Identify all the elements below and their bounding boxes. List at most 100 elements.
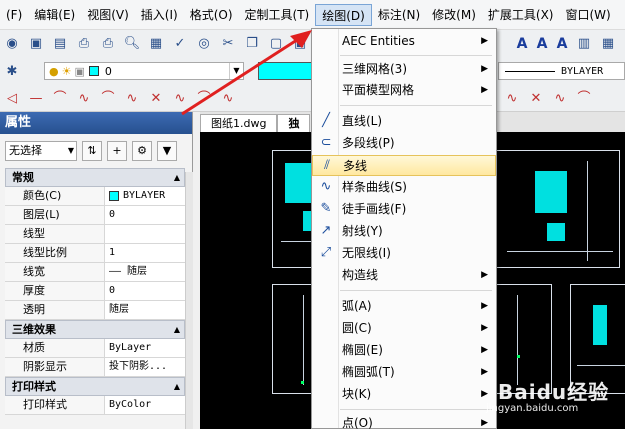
shape-icon-6[interactable]: ∿ — [123, 90, 141, 108]
selection-combo[interactable]: 无选择 ▼ — [5, 141, 77, 161]
property-row[interactable]: 图层(L) 0 — [5, 206, 185, 225]
paste-icon[interactable]: ▢ — [267, 35, 285, 53]
menu-format[interactable]: 格式(O) — [184, 4, 239, 26]
property-value: 0 — [109, 285, 116, 296]
category-3d-effects[interactable]: 三维效果 ▲ — [5, 320, 185, 339]
shape-icon-8[interactable]: ∿ — [171, 90, 189, 108]
submenu-arrow-icon: ▶ — [481, 85, 488, 95]
shape-icon-14[interactable]: ✕ — [527, 90, 545, 108]
tab-drawing1[interactable]: 图纸1.dwg — [200, 114, 278, 132]
dim-style-icon[interactable]: ▥ — [575, 35, 593, 53]
save-icon[interactable]: ▣ — [27, 35, 45, 53]
collapse-icon[interactable]: ▲ — [174, 169, 180, 186]
select-objects-icon[interactable]: + — [107, 141, 127, 161]
lightbulb-icon: ● — [49, 64, 59, 78]
menu-item-polyline[interactable]: ⊂ 多段线(P) — [312, 133, 496, 154]
menu-view[interactable]: 视图(V) — [81, 4, 135, 26]
find-icon[interactable]: ◎ — [195, 35, 213, 53]
shape-icon-16[interactable]: ⌒ — [575, 90, 593, 108]
shape-icon-15[interactable]: ∿ — [551, 90, 569, 108]
submenu-arrow-icon: ▶ — [481, 36, 488, 46]
menu-item-line[interactable]: ╱ 直线(L) — [312, 111, 496, 132]
property-row[interactable]: 厚度 0 — [5, 282, 185, 301]
menu-item-block[interactable]: 块(K) ▶ — [312, 384, 496, 405]
drawing-block — [593, 305, 607, 345]
category-general[interactable]: 常规 ▲ — [5, 168, 185, 187]
shape-icon-4[interactable]: ∿ — [75, 90, 93, 108]
shape-icon-7[interactable]: ✕ — [147, 90, 165, 108]
layer-manager-icon[interactable]: ✱ — [3, 63, 21, 81]
filter-icon[interactable]: ▼ — [157, 141, 177, 161]
menu-item-aec-entities[interactable]: AEC Entities ▶ — [312, 31, 496, 52]
chevron-down-icon[interactable]: ▼ — [229, 63, 243, 79]
cut-icon[interactable]: ✂ — [219, 35, 237, 53]
property-row[interactable]: 线型 — [5, 225, 185, 244]
menu-item-ellipse[interactable]: 椭圆(E) ▶ — [312, 340, 496, 361]
text-edit-icon[interactable]: A — [552, 36, 572, 52]
menu-window[interactable]: 窗口(W) — [559, 4, 616, 26]
shape-icon-5[interactable]: ⌒ — [99, 90, 117, 108]
tab-second[interactable]: 独 — [277, 114, 311, 132]
property-row[interactable]: 颜色(C) BYLAYER — [5, 187, 185, 206]
menu-item-freehand[interactable]: ✎ 徒手画线(F) — [312, 199, 496, 220]
print-icon[interactable]: ⎙ — [75, 35, 93, 53]
property-row[interactable]: 阴影显示 投下阴影... — [5, 358, 185, 377]
menu-item-arc[interactable]: 弧(A) ▶ — [312, 296, 496, 317]
property-row[interactable]: 透明 随层 — [5, 301, 185, 320]
property-row[interactable]: 打印样式 ByColor — [5, 396, 185, 415]
layer-combo[interactable]: ● ☀ ▣ 0 ▼ — [44, 62, 244, 80]
menu-file[interactable]: (F) — [0, 4, 28, 26]
property-grid: 常规 ▲ 颜色(C) BYLAYER 图层(L) 0 线型 线型比例 1 线宽 … — [5, 168, 185, 415]
menu-item-spline[interactable]: ∿ 样条曲线(S) — [312, 177, 496, 198]
property-row[interactable]: 线型比例 1 — [5, 244, 185, 263]
match-icon[interactable]: ▣ — [291, 35, 309, 53]
menu-insert[interactable]: 插入(I) — [135, 4, 184, 26]
menu-item-construction-line[interactable]: 构造线 ▶ — [312, 265, 496, 286]
menu-edit[interactable]: 编辑(E) — [28, 4, 81, 26]
property-row[interactable]: 线宽 —— 随层 — [5, 263, 185, 282]
category-plot-style[interactable]: 打印样式 ▲ — [5, 377, 185, 396]
shape-icon-9[interactable]: ⌒ — [195, 90, 213, 108]
preview-icon[interactable]: 🔍︎ — [123, 35, 141, 53]
property-row[interactable]: 材质 ByLayer — [5, 339, 185, 358]
menu-item-ray[interactable]: ↗ 射线(Y) — [312, 221, 496, 242]
menu-custom-tools[interactable]: 定制工具(T) — [239, 4, 316, 26]
submenu-arrow-icon: ▶ — [481, 345, 488, 355]
properties-scrollbar[interactable] — [185, 172, 193, 429]
shape-icon-2[interactable]: — — [27, 90, 45, 108]
menu-item-3d-mesh[interactable]: 三维网格(3) ▶ — [312, 59, 496, 80]
text-style-icon[interactable]: A — [512, 36, 532, 52]
plot-icon[interactable]: ⎙ — [99, 35, 117, 53]
menu-item-planar-mesh[interactable]: 平面模型网格 ▶ — [312, 80, 496, 101]
copy-icon[interactable]: ❐ — [243, 35, 261, 53]
color-combo[interactable] — [258, 62, 316, 80]
save-as-icon[interactable]: ▤ — [51, 35, 69, 53]
menu-item-circle[interactable]: 圆(C) ▶ — [312, 318, 496, 339]
menu-item-point[interactable]: 点(O) ▶ — [312, 413, 496, 429]
properties-panel: 属性 无选择 ▼ ⇅ + ⚙ ▼ 常规 ▲ 颜色(C) BYLAYER 图层(L… — [0, 112, 193, 429]
menu-modify[interactable]: 修改(M) — [426, 4, 482, 26]
menu-item-multiline[interactable]: ⫽ 多线 — [312, 155, 496, 176]
shape-icon-13[interactable]: ∿ — [503, 90, 521, 108]
menu-extension-tools[interactable]: 扩展工具(X) — [482, 4, 560, 26]
publish-icon[interactable]: ▦ — [147, 35, 165, 53]
menu-draw[interactable]: 绘图(D) — [315, 3, 372, 26]
shape-icon-10[interactable]: ∿ — [219, 90, 237, 108]
shape-icon-3[interactable]: ⌒ — [51, 90, 69, 108]
shape-icon-1[interactable]: ◁ — [3, 90, 21, 108]
collapse-icon[interactable]: ▲ — [174, 321, 180, 338]
table-style-icon[interactable]: ▦ — [599, 35, 617, 53]
spellcheck-icon[interactable]: ✓ — [171, 35, 189, 53]
toggle-pickadd-icon[interactable]: ⇅ — [82, 141, 102, 161]
app-icon[interactable]: ◉ — [3, 35, 21, 53]
linetype-combo[interactable]: BYLAYER — [498, 62, 625, 80]
text-icon[interactable]: A — [532, 36, 552, 52]
menu-separator — [340, 105, 492, 106]
menu-dimension[interactable]: 标注(N) — [372, 4, 426, 26]
quick-select-icon[interactable]: ⚙ — [132, 141, 152, 161]
property-key: 线宽 — [5, 263, 105, 281]
property-key: 透明 — [5, 301, 105, 319]
menu-item-xline[interactable]: ⤢ 无限线(I) — [312, 243, 496, 264]
collapse-icon[interactable]: ▲ — [174, 378, 180, 395]
menu-item-elliptical-arc[interactable]: 椭圆弧(T) ▶ — [312, 362, 496, 383]
